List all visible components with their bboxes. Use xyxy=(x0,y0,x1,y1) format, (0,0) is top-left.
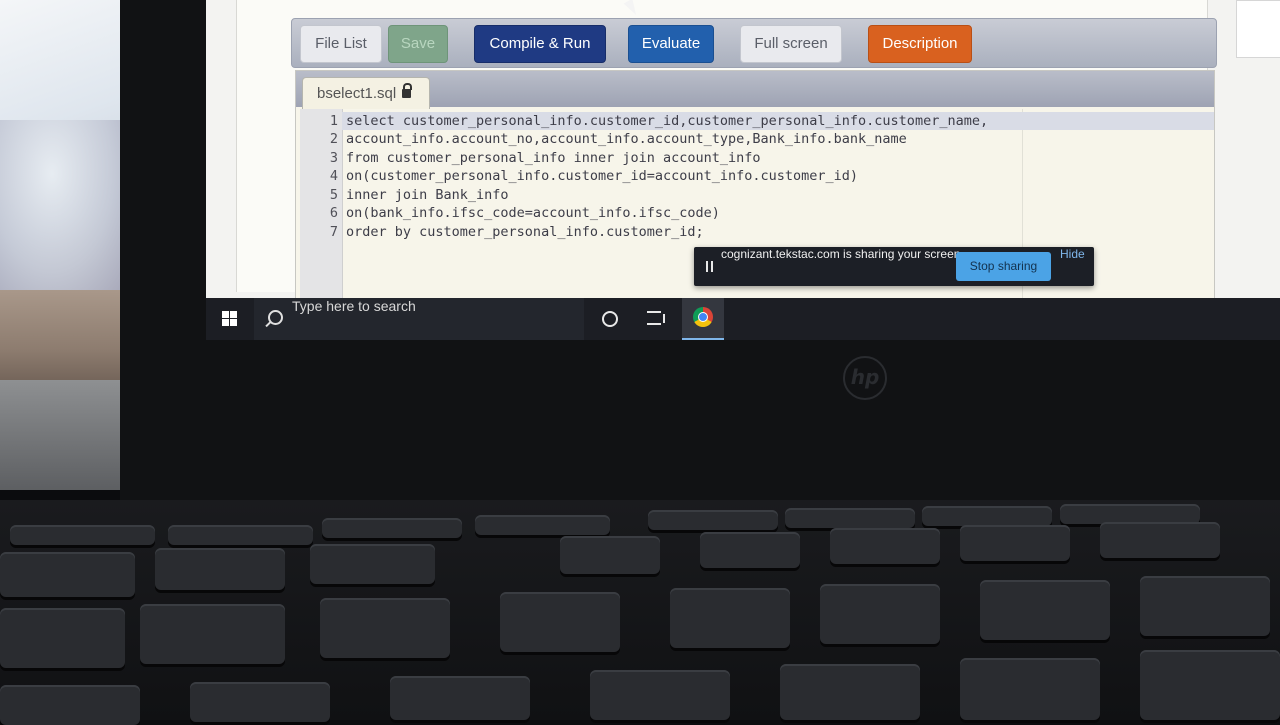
code-line[interactable]: account_info.account_no,account_info.acc… xyxy=(342,130,1214,148)
line-number: 5 xyxy=(329,187,338,203)
search-placeholder: Type here to search xyxy=(292,298,416,314)
keyboard-key xyxy=(322,518,462,538)
keyboard-key xyxy=(960,658,1100,720)
keyboard-key xyxy=(0,552,135,597)
sharing-message: cognizant.tekstac.com is sharing your sc… xyxy=(721,247,964,261)
file-tab[interactable]: bselect1.sql xyxy=(302,77,430,109)
keyboard-key xyxy=(590,670,730,720)
save-button[interactable]: Save xyxy=(388,25,448,63)
keyboard-key xyxy=(500,592,620,652)
file-list-button[interactable]: File List xyxy=(300,25,382,63)
keyboard-key xyxy=(1140,576,1270,636)
compile-run-button[interactable]: Compile & Run xyxy=(474,25,606,63)
keyboard-key xyxy=(780,664,920,720)
keyboard-key xyxy=(785,508,915,528)
stop-sharing-button[interactable]: Stop sharing xyxy=(956,252,1051,281)
table-surface xyxy=(0,380,140,490)
keyboard-key xyxy=(1140,650,1280,720)
keyboard-key xyxy=(390,676,530,720)
hide-button[interactable]: Hide xyxy=(1060,247,1085,286)
line-number: 6 xyxy=(329,205,338,221)
keyboard-key xyxy=(1100,522,1220,558)
keyboard-key xyxy=(830,528,940,564)
keyboard-key xyxy=(648,510,778,530)
keyboard-key xyxy=(820,584,940,644)
code-line[interactable]: on(bank_info.ifsc_code=account_info.ifsc… xyxy=(342,204,1214,222)
description-button[interactable]: Description xyxy=(868,25,972,63)
laptop-keyboard xyxy=(0,500,1280,725)
screen-sharing-bar: cognizant.tekstac.com is sharing your sc… xyxy=(694,247,1094,286)
full-screen-button[interactable]: Full screen xyxy=(740,25,842,63)
code-line[interactable]: order by customer_personal_info.customer… xyxy=(342,223,1214,241)
lock-icon xyxy=(402,83,413,98)
cortana-icon[interactable] xyxy=(602,311,618,327)
pause-icon xyxy=(706,261,714,272)
laptop-screen: File List Save Compile & Run Evaluate Fu… xyxy=(206,0,1280,340)
keyboard-key xyxy=(140,604,285,664)
code-line[interactable]: on(customer_personal_info.customer_id=ac… xyxy=(342,167,1214,185)
search-icon xyxy=(268,310,283,325)
bedspread xyxy=(0,290,135,390)
background-room xyxy=(0,0,140,490)
code-line[interactable]: from customer_personal_info inner join a… xyxy=(342,149,1214,167)
task-view-icon[interactable] xyxy=(647,311,665,325)
keyboard-key xyxy=(168,525,313,545)
evaluate-button[interactable]: Evaluate xyxy=(628,25,714,63)
line-number: 4 xyxy=(329,168,338,184)
chrome-icon xyxy=(693,307,713,327)
code-line[interactable]: inner join Bank_info xyxy=(342,186,1214,204)
keyboard-key xyxy=(1060,504,1200,524)
keyboard-key xyxy=(0,608,125,668)
curtain xyxy=(0,120,130,300)
editor-tab-bar: bselect1.sql xyxy=(296,71,1214,109)
keyboard-key xyxy=(670,588,790,648)
keyboard-key xyxy=(980,580,1110,640)
hp-logo-icon: hp xyxy=(843,356,887,400)
keyboard-key xyxy=(475,515,610,535)
right-side-panel xyxy=(1236,0,1280,58)
file-tab-label: bselect1.sql xyxy=(317,85,397,102)
windows-taskbar: Type here to search xyxy=(206,298,1280,340)
keyboard-key xyxy=(700,532,800,568)
keyboard-key xyxy=(0,685,140,725)
editor-toolbar: File List Save Compile & Run Evaluate Fu… xyxy=(291,18,1217,68)
keyboard-key xyxy=(190,682,330,722)
keyboard-key xyxy=(10,525,155,545)
line-number: 1 xyxy=(329,113,338,129)
windows-start-icon[interactable] xyxy=(222,311,238,327)
ide-page: File List Save Compile & Run Evaluate Fu… xyxy=(236,0,1217,302)
line-number: 7 xyxy=(329,224,338,240)
taskbar-search-box[interactable]: Type here to search xyxy=(254,298,584,340)
keyboard-key xyxy=(960,525,1070,561)
keyboard-key xyxy=(310,544,435,584)
line-number-gutter: 1 2 3 4 5 6 7 xyxy=(300,109,343,301)
keyboard-key xyxy=(155,548,285,590)
line-number: 3 xyxy=(329,150,338,166)
line-number: 2 xyxy=(329,131,338,147)
keyboard-key xyxy=(320,598,450,658)
mouse-cursor-icon xyxy=(623,0,641,18)
chrome-taskbar-button[interactable] xyxy=(682,298,724,340)
code-line[interactable]: select customer_personal_info.customer_i… xyxy=(342,112,1214,130)
keyboard-key xyxy=(560,536,660,574)
keyboard-key xyxy=(922,506,1052,526)
